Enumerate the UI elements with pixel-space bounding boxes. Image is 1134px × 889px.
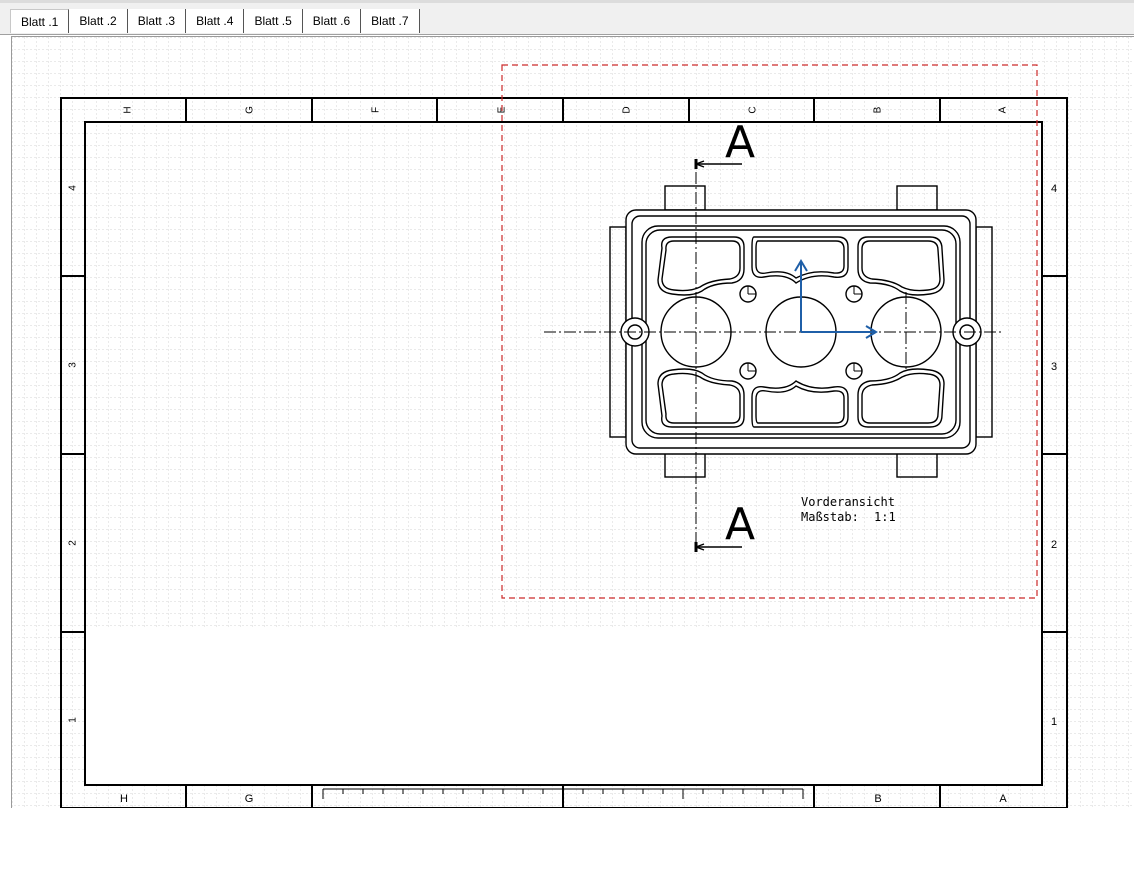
tab-blatt-5[interactable]: Blatt .5 xyxy=(244,9,303,33)
view-title: Vorderansicht xyxy=(801,495,895,509)
zone-label-top: D xyxy=(622,106,633,113)
zone-label-top: G xyxy=(245,106,256,114)
zone-label-top: A xyxy=(998,106,1009,113)
row-label-right: 1 xyxy=(1051,716,1057,728)
status-area xyxy=(0,808,1134,889)
zone-label-top: B xyxy=(873,106,884,113)
tab-blatt-7[interactable]: Blatt .7 xyxy=(361,9,420,33)
zone-label-bottom: G xyxy=(245,793,254,805)
section-label-top: A xyxy=(725,117,756,168)
sheet-tabs: Blatt .1 Blatt .2 Blatt .3 Blatt .4 Blat… xyxy=(10,9,420,33)
row-label-left: 1 xyxy=(68,717,79,723)
row-label-left: 3 xyxy=(68,362,79,368)
row-label-right: 3 xyxy=(1051,361,1057,373)
tab-blatt-3[interactable]: Blatt .3 xyxy=(127,9,187,33)
row-label-right: 4 xyxy=(1051,183,1057,195)
toolbar-edge xyxy=(0,0,1134,3)
zone-label-bottom: A xyxy=(999,793,1007,805)
zone-label-top: H xyxy=(123,106,134,113)
row-label-right: 2 xyxy=(1051,539,1057,551)
zone-label-top: F xyxy=(371,107,382,113)
drawing-canvas[interactable]: H G F E D C B A H G B A 4 3 2 1 4 3 2 1 xyxy=(11,36,1134,808)
tab-blatt-2[interactable]: Blatt .2 xyxy=(69,9,128,33)
tab-blatt-6[interactable]: Blatt .6 xyxy=(302,9,362,33)
zone-label-bottom: H xyxy=(120,793,128,805)
zone-label-top: C xyxy=(748,106,759,113)
view-scale-label: Maßstab: xyxy=(801,510,859,524)
row-label-left: 4 xyxy=(68,185,79,191)
zone-label-bottom: B xyxy=(874,793,881,805)
tab-blatt-4[interactable]: Blatt .4 xyxy=(186,9,245,33)
sheet-tab-bar: Blatt .1 Blatt .2 Blatt .3 Blatt .4 Blat… xyxy=(0,0,1134,35)
row-label-left: 2 xyxy=(68,540,79,546)
blank-lower-area xyxy=(86,627,1041,784)
section-label-bottom: A xyxy=(725,499,756,550)
drawing-sheet[interactable]: H G F E D C B A H G B A 4 3 2 1 4 3 2 1 xyxy=(12,37,1134,808)
view-scale-value: 1:1 xyxy=(874,510,896,524)
tab-blatt-1[interactable]: Blatt .1 xyxy=(10,9,70,33)
